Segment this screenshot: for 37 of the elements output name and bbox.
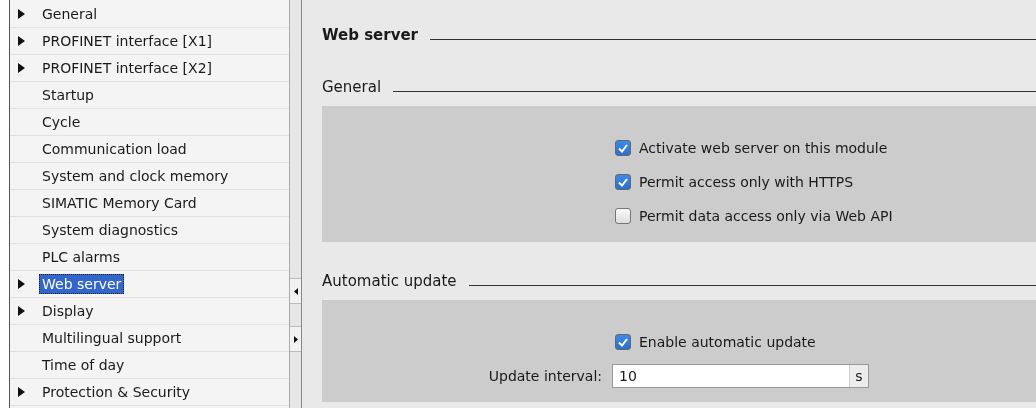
expand-arrow-icon[interactable] xyxy=(18,279,25,289)
checkbox[interactable] xyxy=(615,140,631,156)
tree-item[interactable]: System and clock memory xyxy=(39,166,232,186)
tree-item[interactable]: Cycle xyxy=(39,112,84,132)
tree-item[interactable]: Startup xyxy=(39,85,97,105)
field-label: Update interval: xyxy=(487,368,602,384)
tree-item[interactable]: Time of day xyxy=(39,355,128,375)
tree-item[interactable]: PLC alarms xyxy=(39,247,123,267)
section-heading: Automatic update xyxy=(322,272,457,290)
checkbox-label: Permit data access only via Web API xyxy=(639,208,893,224)
tree-item[interactable]: Protection & Security xyxy=(39,382,194,402)
expand-arrow-icon[interactable] xyxy=(18,306,25,316)
collapse-left-icon[interactable] xyxy=(293,287,298,295)
checkbox-label: Enable automatic update xyxy=(639,334,816,350)
expand-arrow-icon[interactable] xyxy=(18,9,25,19)
tree-item[interactable]: PROFINET interface [X2] xyxy=(39,58,215,78)
unit-label: s xyxy=(849,365,868,387)
checkbox-label: Permit access only with HTTPS xyxy=(639,174,854,190)
checkbox[interactable] xyxy=(615,208,631,224)
tree-item[interactable]: PROFINET interface [X1] xyxy=(39,31,215,51)
tree-item[interactable]: Multilingual support xyxy=(39,328,185,348)
expand-right-icon[interactable] xyxy=(293,335,298,343)
tree-item[interactable]: Communication load xyxy=(39,139,190,159)
checkbox-label: Activate web server on this module xyxy=(639,140,888,156)
checkbox[interactable] xyxy=(615,334,631,350)
tree-item[interactable]: Web server xyxy=(39,274,125,294)
section-heading: General xyxy=(322,78,382,96)
expand-arrow-icon[interactable] xyxy=(18,63,25,73)
input-field[interactable]: 10 s xyxy=(612,364,869,388)
expand-arrow-icon[interactable] xyxy=(18,387,25,397)
tree-item[interactable]: General xyxy=(39,4,101,24)
page-title: Web server xyxy=(322,26,418,44)
tree-item[interactable]: SIMATIC Memory Card xyxy=(39,193,200,213)
checkbox[interactable] xyxy=(615,174,631,190)
tree-item[interactable]: System diagnostics xyxy=(39,220,181,240)
tree-item[interactable]: Display xyxy=(39,301,97,321)
expand-arrow-icon[interactable] xyxy=(18,36,25,46)
